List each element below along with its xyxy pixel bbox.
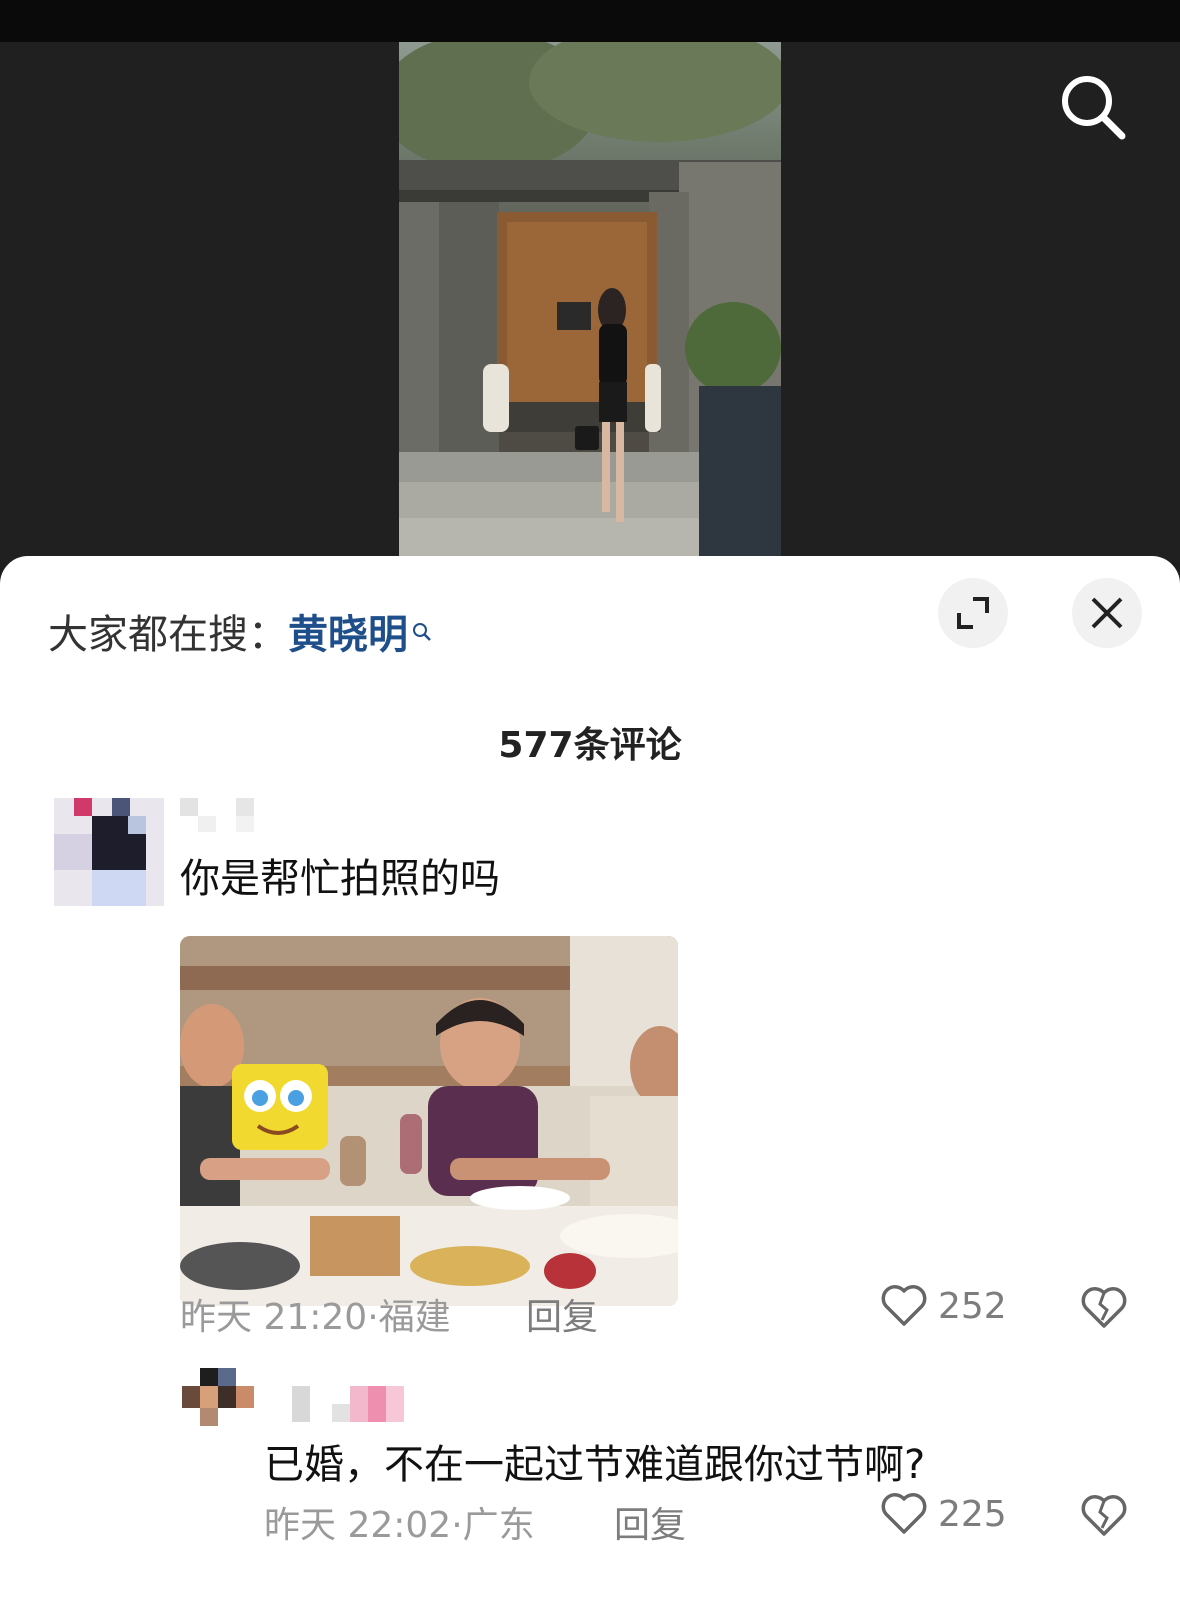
- broken-heart-icon: [1081, 1495, 1127, 1536]
- comment-text: 已婚，不在一起过节难道跟你过节啊?: [264, 1442, 926, 1488]
- expand-button[interactable]: [938, 578, 1008, 648]
- meta-separator: ·: [367, 1297, 379, 1338]
- username-blurred[interactable]: [292, 1386, 404, 1422]
- comment-image[interactable]: [180, 936, 678, 1306]
- small-search-icon: [412, 606, 432, 652]
- meta-separator: ·: [451, 1505, 463, 1546]
- comment-meta: 昨天 21:20·福建: [180, 1288, 451, 1340]
- reply-button[interactable]: 回复: [526, 1288, 598, 1340]
- expand-icon: [957, 597, 989, 629]
- comment-location: 福建: [378, 1297, 451, 1338]
- hot-search-prefix: 大家都在搜：: [48, 612, 288, 658]
- like-count: 225: [938, 1493, 1007, 1535]
- heart-icon: [881, 1285, 927, 1326]
- close-button[interactable]: [1072, 578, 1142, 648]
- comment-time: 昨天 22:02: [264, 1505, 452, 1546]
- comment-count: 577条评论: [498, 725, 682, 766]
- comment-text: 你是帮忙拍照的吗: [180, 856, 500, 902]
- like-button[interactable]: 225: [880, 1492, 1007, 1536]
- username-blurred[interactable]: [180, 798, 256, 832]
- hot-search-keyword[interactable]: 黄晓明: [288, 612, 408, 658]
- dislike-button[interactable]: [1080, 1494, 1128, 1542]
- like-count: 252: [938, 1285, 1007, 1327]
- comment-time: 昨天 21:20: [180, 1297, 368, 1338]
- dislike-button[interactable]: [1080, 1286, 1128, 1334]
- video-frame: [399, 42, 781, 562]
- status-bar: [0, 0, 1180, 42]
- avatar[interactable]: [182, 1368, 254, 1426]
- heart-icon: [881, 1493, 927, 1534]
- comment-meta: 昨天 22:02·广东: [264, 1496, 535, 1548]
- comment-location: 广东: [462, 1505, 535, 1546]
- broken-heart-icon: [1081, 1287, 1127, 1328]
- reply-button[interactable]: 回复: [614, 1496, 686, 1548]
- close-icon: [1091, 597, 1123, 629]
- search-icon[interactable]: [1058, 72, 1128, 142]
- hot-search-banner[interactable]: 大家都在搜：黄晓明: [48, 602, 432, 660]
- like-button[interactable]: 252: [880, 1284, 1007, 1328]
- avatar[interactable]: [54, 798, 164, 906]
- comment-panel: 大家都在搜：黄晓明 577条评论 你是帮忙拍照的吗 昨天 21:20·福建 回复…: [0, 556, 1180, 1608]
